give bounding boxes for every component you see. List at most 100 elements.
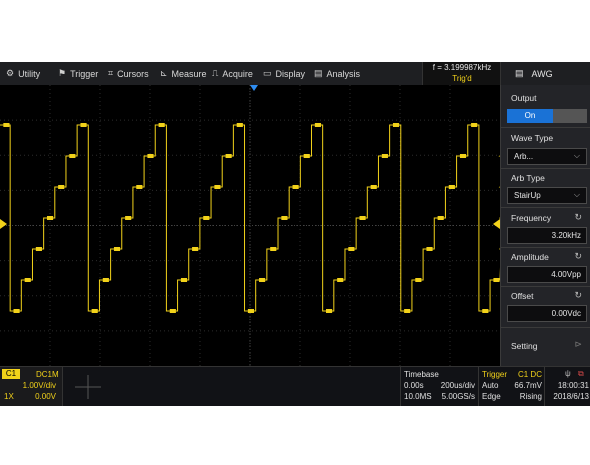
divider — [501, 286, 590, 287]
analysis-icon: ▤ — [314, 68, 323, 78]
wave-type-label: Wave Type — [511, 133, 554, 143]
offset-label: Offset — [511, 291, 534, 301]
menu-utility[interactable]: ⚙ Utility — [6, 62, 40, 85]
memory-depth: 10.0MS — [404, 392, 432, 401]
timebase-info[interactable]: Timebase 0.00s 200us/div 10.0MS 5.00GS/s — [400, 367, 479, 406]
flag-icon: ⚑ — [58, 68, 67, 78]
frequency-field[interactable]: 3.20kHz — [507, 227, 587, 244]
offset-value: 0.00Vdc — [551, 309, 581, 318]
trace-step — [448, 185, 455, 189]
trigger-slope: Rising — [519, 392, 542, 401]
trace-step — [426, 247, 433, 251]
trigger-level-marker[interactable] — [493, 219, 500, 229]
menu-acquire[interactable]: ⎍ Acquire — [212, 62, 253, 85]
trace-step — [192, 247, 199, 251]
channel-offset: 0.00V — [35, 392, 56, 401]
channel-coupling: DC1M — [36, 370, 59, 379]
menu-analysis[interactable]: ▤ Analysis — [314, 62, 360, 85]
trigger-source: C1 DC — [517, 370, 542, 379]
gear-icon: ⚙ — [6, 68, 15, 78]
trace-step — [493, 278, 500, 282]
trace-step — [404, 309, 411, 313]
trace-step — [471, 123, 478, 127]
menu-measure-label: Measure — [171, 68, 207, 79]
menu-display[interactable]: ▭ Display — [263, 62, 305, 85]
channel-1-info[interactable]: C1 DC1M 1.00V/div 1X 0.00V — [0, 367, 62, 406]
amplitude-value: 4.00Vpp — [551, 270, 581, 279]
trace-step — [392, 123, 400, 127]
waveform-display[interactable] — [0, 85, 548, 366]
menu-measure[interactable]: ⊾ Measure — [160, 62, 207, 85]
trace-step — [437, 216, 444, 220]
awg-panel-header[interactable]: ▤ AWG — [500, 62, 590, 85]
trigger-status: Trig'd — [452, 74, 472, 83]
trace-step — [348, 247, 355, 251]
frequency-label: Frequency — [511, 213, 552, 223]
trace-step — [370, 185, 377, 189]
menu-acquire-label: Acquire — [222, 68, 253, 79]
awg-title: AWG — [531, 68, 553, 79]
offset-field[interactable]: 0.00Vdc — [507, 305, 587, 322]
channel-1-badge: C1 — [2, 369, 20, 379]
trace-step — [482, 309, 489, 313]
trigger-position-marker[interactable] — [250, 85, 258, 91]
menu-cursors[interactable]: ⌗ Cursors — [108, 62, 149, 85]
trace-step — [35, 247, 42, 251]
trace-step — [270, 247, 277, 251]
trace-step — [247, 309, 255, 313]
trace-step — [136, 185, 143, 189]
wave-type-select[interactable]: Arb... ⌵ — [507, 148, 587, 165]
awg-settings-panel: Output On Wave Type Arb... ⌵ Arb Type St… — [500, 85, 590, 366]
network-icon: ⧉ — [578, 369, 584, 378]
timebase-label: Timebase — [404, 370, 439, 379]
trace-step-highlights — [3, 123, 500, 313]
menu-trigger-label: Trigger — [70, 68, 99, 79]
oscilloscope-screen: ⚙ Utility ⚑ Trigger ⌗ Cursors ⊾ Measure … — [0, 62, 590, 406]
trace-step — [91, 309, 98, 313]
menu-utility-label: Utility — [18, 68, 41, 79]
adjust-knob-icon: ↻ — [574, 212, 582, 222]
menu-trigger[interactable]: ⚑ Trigger — [58, 62, 98, 85]
trace-step — [13, 309, 20, 313]
trace-step — [259, 278, 266, 282]
wave-type-value: Arb... — [514, 152, 534, 161]
clock-date: 2018/6/13 — [553, 392, 589, 401]
sample-rate: 5.00GS/s — [441, 392, 475, 401]
output-on-state: On — [507, 109, 553, 123]
arb-type-select[interactable]: StairUp ⌵ — [507, 187, 587, 204]
setting-button[interactable]: Setting — [511, 341, 537, 351]
menu-display-label: Display — [275, 68, 306, 79]
trace-step — [158, 123, 165, 127]
measure-icon: ⊾ — [160, 68, 168, 78]
adjust-knob-icon: ↻ — [574, 251, 582, 261]
trace-step — [125, 216, 132, 220]
amplitude-field[interactable]: 4.00Vpp — [507, 266, 587, 283]
trace-step — [80, 123, 87, 127]
menu-analysis-label: Analysis — [326, 68, 361, 79]
amplitude-label: Amplitude — [511, 252, 549, 262]
trace-step — [24, 278, 31, 282]
add-channel-slot[interactable] — [62, 367, 113, 406]
output-toggle[interactable]: On — [507, 109, 587, 123]
chevron-down-icon: ⌵ — [573, 190, 580, 199]
chevron-right-icon: ⊳ — [574, 339, 582, 349]
clock-info: ψ ⧉ 18:00:31 2018/6/13 — [544, 367, 590, 406]
crosshair-icon — [75, 375, 101, 399]
arb-type-label: Arb Type — [511, 173, 545, 183]
trace-step — [214, 185, 221, 189]
trigger-mode: Auto — [482, 381, 499, 390]
frequency-value: 3.20kHz — [551, 231, 581, 240]
probe-factor: 1X — [4, 392, 14, 401]
acquire-icon: ⎍ — [212, 68, 219, 78]
trace-step — [180, 278, 188, 282]
divider — [501, 127, 590, 128]
output-label: Output — [511, 93, 537, 103]
trace-step — [292, 185, 299, 189]
trace-step — [147, 154, 154, 158]
trace-step — [203, 216, 210, 220]
trigger-info[interactable]: Trigger C1 DC Auto 66.7mV Edge Rising — [478, 367, 545, 406]
waveform-grid — [0, 85, 548, 366]
channel-1-ground-marker[interactable] — [0, 219, 7, 229]
trace-step — [46, 216, 54, 220]
menu-cursors-label: Cursors — [117, 68, 149, 79]
